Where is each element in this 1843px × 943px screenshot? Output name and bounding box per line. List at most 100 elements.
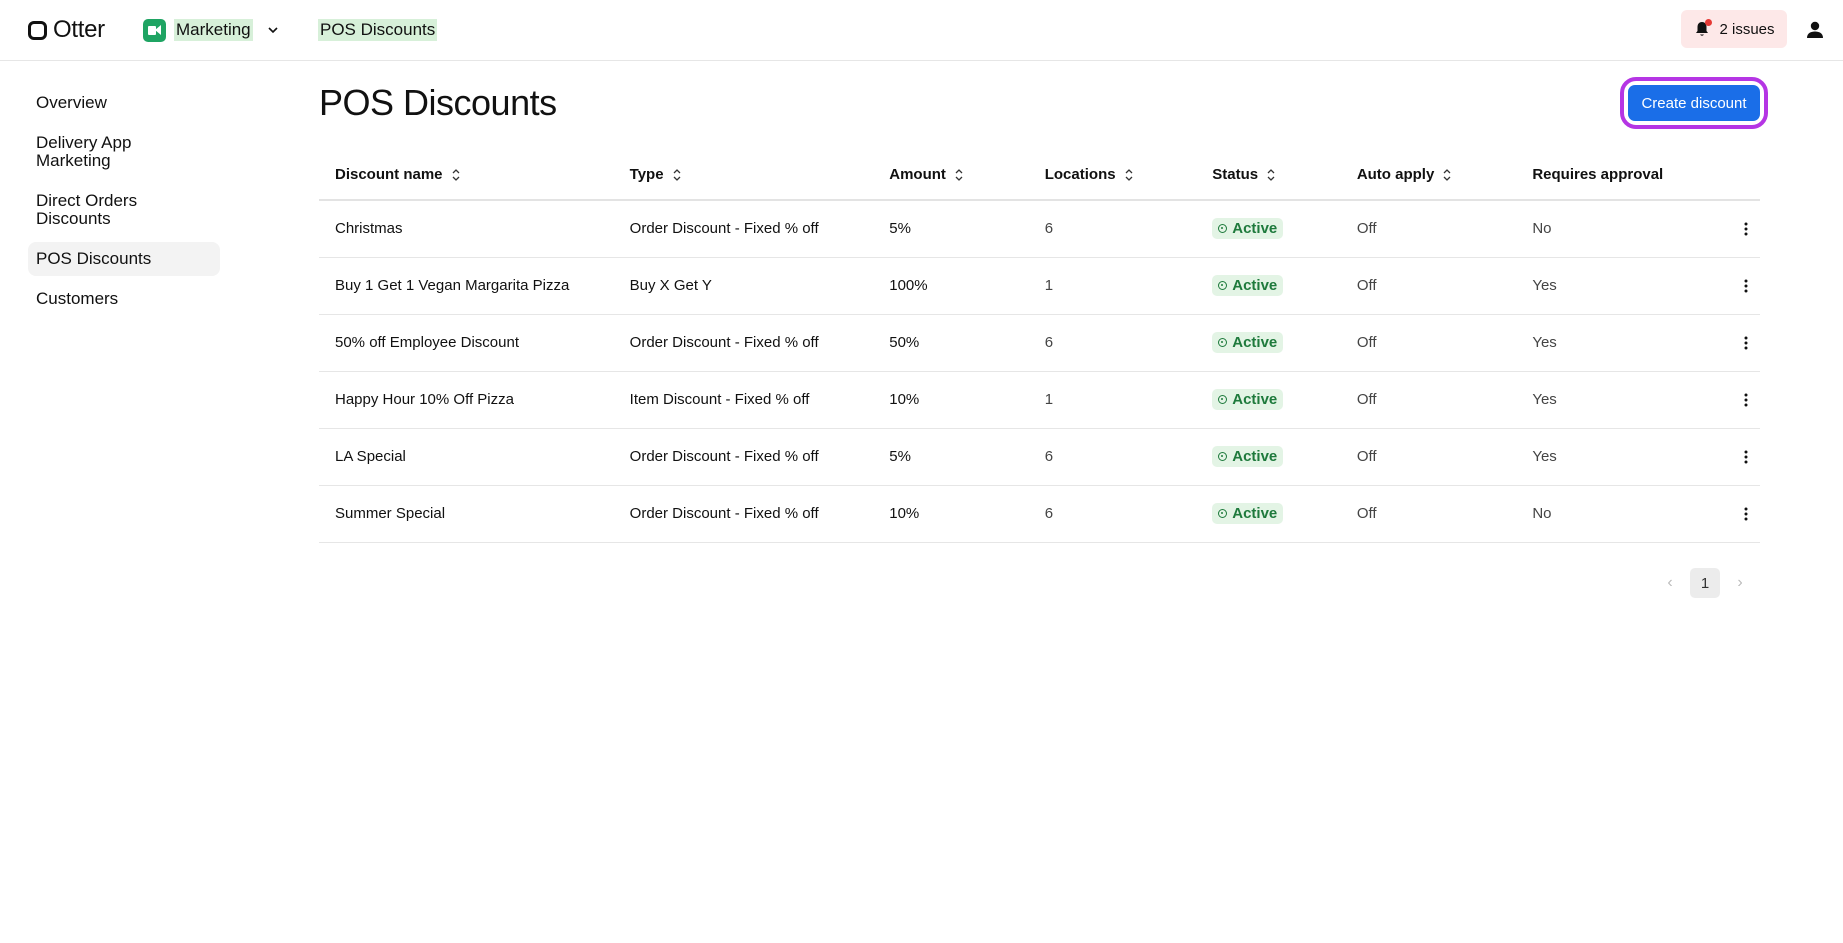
chevron-down-icon[interactable]: [263, 20, 283, 40]
amount-cell: 10%: [873, 485, 1029, 543]
column-header-label: Status: [1212, 166, 1259, 183]
row-actions-cell: [1715, 200, 1760, 258]
sidebar-item-direct-orders-discounts[interactable]: Direct Orders Discounts: [28, 184, 220, 236]
status-cell: Active: [1196, 428, 1341, 486]
column-header-amount[interactable]: Amount: [873, 150, 1029, 201]
kebab-menu-icon[interactable]: [1732, 443, 1760, 471]
marketing-app-icon: [143, 18, 166, 42]
amount-cell: 50%: [873, 314, 1029, 372]
logo-text: Otter: [53, 16, 105, 43]
column-header-label: Auto apply: [1356, 166, 1435, 183]
issues-button[interactable]: 2 issues: [1681, 10, 1787, 48]
column-header-actions: [1715, 150, 1760, 201]
auto-apply-cell: Off: [1340, 371, 1517, 429]
locations-cell: 1: [1028, 257, 1197, 315]
cell-text: 5%: [889, 448, 911, 465]
auto-apply-cell: Off: [1340, 257, 1517, 315]
cell-text: Yes: [1532, 448, 1557, 465]
table-row[interactable]: LA Special Order Discount - Fixed % off 5%…: [319, 428, 1760, 486]
table-row[interactable]: Summer Special Order Discount - Fixed % o…: [319, 485, 1760, 543]
user-icon[interactable]: [1803, 18, 1827, 42]
cell-text: Order Discount - Fixed % off: [629, 505, 819, 522]
auto-apply-cell: Off: [1340, 314, 1517, 372]
create-discount-button[interactable]: Create discount: [1628, 85, 1760, 121]
row-actions-cell: [1715, 485, 1760, 543]
requires-approval-cell: Yes: [1516, 428, 1716, 486]
sidebar-item-overview[interactable]: Overview: [28, 86, 220, 120]
chevron-left-icon[interactable]: ‹: [1660, 568, 1680, 598]
type-cell: Order Discount - Fixed % off: [613, 485, 874, 543]
cell-text: Off: [1356, 277, 1377, 294]
column-header-locations[interactable]: Locations: [1028, 150, 1197, 201]
cell-text: Item Discount - Fixed % off: [629, 391, 810, 408]
table-row[interactable]: Happy Hour 10% Off Pizza Item Discount - …: [319, 371, 1760, 429]
sidebar-item-customers[interactable]: Customers: [28, 282, 220, 316]
table-row[interactable]: Christmas Order Discount - Fixed % off 5% 6…: [319, 200, 1760, 258]
column-header-status[interactable]: Status: [1196, 150, 1341, 201]
amount-cell: 5%: [873, 428, 1029, 486]
cell-text: Order Discount - Fixed % off: [629, 220, 819, 238]
type-cell: Order Discount - Fixed % off: [613, 200, 874, 258]
sort-icon[interactable]: [1266, 168, 1276, 182]
cell-text: No: [1532, 505, 1552, 522]
cell-text: Off: [1356, 391, 1377, 408]
cell-text: Buy 1 Get 1 Vegan Margarita Pizza: [335, 277, 570, 294]
discount-name-cell: Buy 1 Get 1 Vegan Margarita Pizza: [319, 257, 614, 315]
sidebar-item-label: POS Discounts: [36, 249, 152, 268]
status-cell: Active: [1196, 257, 1341, 315]
cell-text: Off: [1356, 220, 1377, 238]
cell-text: 6: [1044, 220, 1054, 238]
auto-apply-cell: Off: [1340, 485, 1517, 543]
sort-icon[interactable]: [451, 168, 461, 182]
kebab-menu-icon[interactable]: [1732, 215, 1760, 243]
table-row[interactable]: 50% off Employee Discount Order Discount …: [319, 314, 1760, 372]
cell-text: 6: [1044, 505, 1054, 522]
table-row[interactable]: Buy 1 Get 1 Vegan Margarita Pizza Buy X G…: [319, 257, 1760, 315]
sort-icon[interactable]: [1442, 168, 1452, 182]
sidebar-item-delivery-app-marketing[interactable]: Delivery App Marketing: [28, 126, 220, 178]
chevron-right-icon[interactable]: ›: [1730, 568, 1750, 598]
requires-approval-cell: No: [1516, 485, 1716, 543]
type-cell: Item Discount - Fixed % off: [613, 371, 874, 429]
column-header-label: Amount: [889, 166, 946, 183]
requires-approval-cell: Yes: [1516, 314, 1716, 372]
sort-icon[interactable]: [672, 168, 682, 182]
column-header-label: Requires approval: [1532, 166, 1664, 183]
status-dot-icon: [1218, 452, 1228, 461]
cell-text: 6: [1044, 448, 1054, 465]
column-header-discount-name[interactable]: Discount name: [319, 150, 614, 201]
sidebar-item-pos-discounts[interactable]: POS Discounts: [28, 242, 220, 276]
kebab-menu-icon[interactable]: [1732, 386, 1760, 414]
sort-icon[interactable]: [954, 168, 964, 182]
cell-text: 50%: [889, 334, 920, 351]
page-number-current[interactable]: 1: [1690, 568, 1720, 598]
status-cell: Active: [1196, 371, 1341, 429]
column-header-type[interactable]: Type: [613, 150, 874, 201]
sidebar-item-label: Direct Orders Discounts: [36, 191, 138, 228]
column-header-label: Type: [629, 166, 664, 183]
type-cell: Order Discount - Fixed % off: [613, 314, 874, 372]
sort-icon[interactable]: [1124, 168, 1134, 182]
cell-text: Off: [1356, 505, 1377, 522]
row-actions-cell: [1715, 257, 1760, 315]
breadcrumb: POS Discounts: [318, 19, 438, 41]
kebab-menu-icon[interactable]: [1732, 272, 1760, 300]
table-header-row: Discount name Type Amount Locations Stat…: [319, 150, 1760, 201]
sidebar-item-label: Overview: [36, 93, 107, 112]
status-dot-icon: [1218, 281, 1228, 290]
kebab-menu-icon[interactable]: [1732, 329, 1760, 357]
requires-approval-cell: Yes: [1516, 257, 1716, 315]
sidebar: Overview Delivery App Marketing Direct O…: [28, 86, 220, 322]
cell-text: Yes: [1532, 334, 1557, 351]
otter-logo[interactable]: Otter: [28, 16, 105, 43]
cell-text: 100%: [889, 277, 928, 294]
column-header-auto-apply[interactable]: Auto apply: [1340, 150, 1517, 201]
status-cell: Active: [1196, 485, 1341, 543]
locations-cell: 6: [1028, 200, 1197, 258]
column-header-label: Discount name: [335, 166, 443, 183]
status-label: Active: [1232, 220, 1278, 238]
cell-text: Order Discount - Fixed % off: [629, 334, 819, 351]
kebab-menu-icon[interactable]: [1732, 500, 1760, 528]
app-switcher[interactable]: Marketing: [143, 16, 283, 44]
amount-cell: 100%: [873, 257, 1029, 315]
